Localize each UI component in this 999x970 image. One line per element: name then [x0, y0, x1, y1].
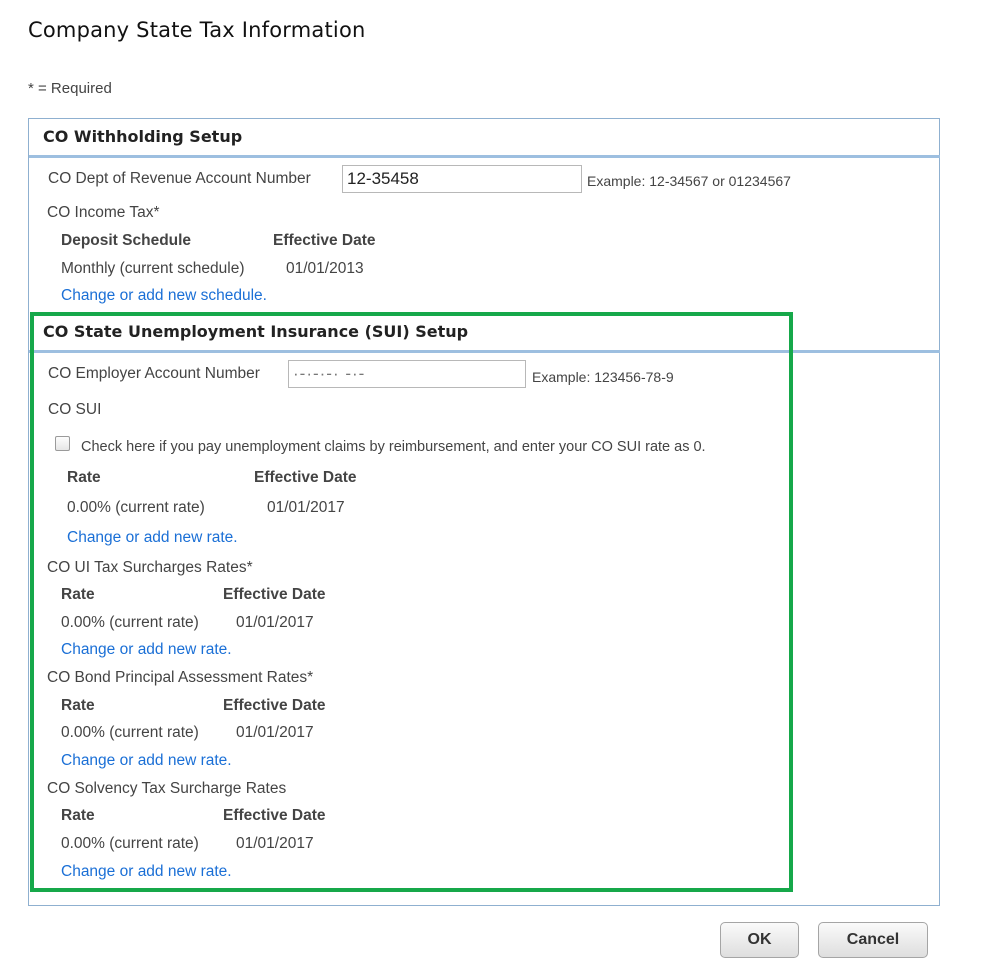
effective-date-header: Effective Date [273, 232, 376, 249]
deposit-schedule-header: Deposit Schedule [61, 232, 192, 249]
page-title: Company State Tax Information [28, 18, 366, 42]
dept-revenue-account-input[interactable] [342, 165, 582, 193]
deposit-schedule-value: Monthly (current schedule) [61, 260, 245, 277]
sui-highlight-box [30, 312, 793, 892]
ok-button[interactable]: OK [720, 922, 799, 958]
required-note: * = Required [28, 80, 112, 97]
dept-revenue-account-label: CO Dept of Revenue Account Number [48, 170, 311, 187]
cancel-button[interactable]: Cancel [818, 922, 928, 958]
income-tax-label: CO Income Tax* [47, 204, 160, 221]
deposit-effective-date-value: 01/01/2013 [286, 260, 364, 277]
change-schedule-link[interactable]: Change or add new schedule. [61, 287, 267, 305]
withholding-section-divider [29, 155, 940, 158]
withholding-section-title: CO Withholding Setup [43, 127, 243, 146]
dept-revenue-account-example: Example: 12-34567 or 01234567 [587, 173, 791, 189]
